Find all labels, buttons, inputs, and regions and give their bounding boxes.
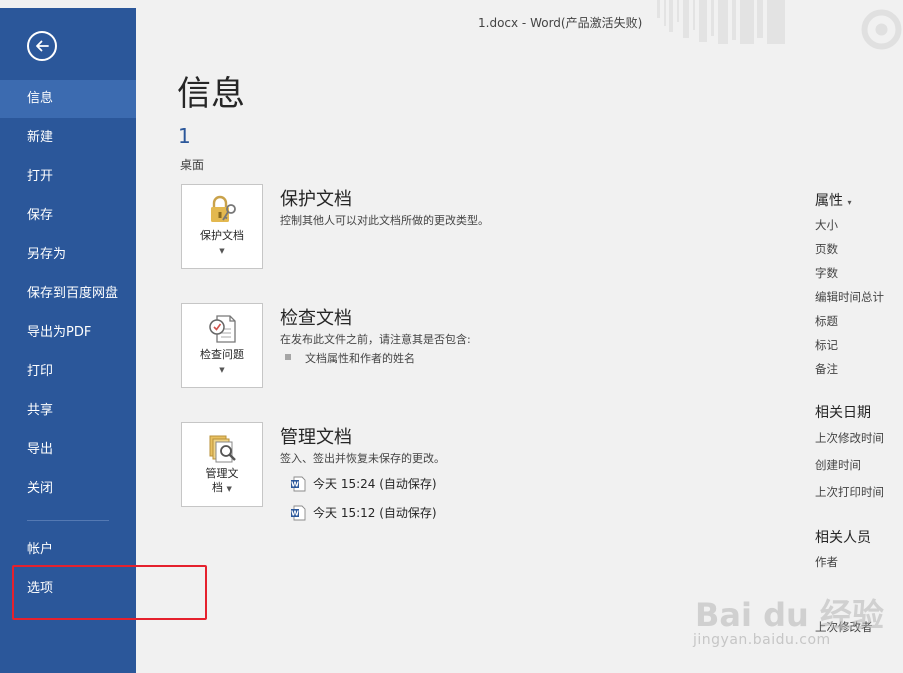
property-edit-time: 编辑时间总计: [815, 290, 884, 304]
date-created: 创建时间: [815, 458, 861, 472]
back-button[interactable]: [27, 31, 57, 61]
window-title: 1.docx - Word(产品激活失败): [478, 16, 643, 30]
page-title: 信息: [177, 74, 245, 114]
nav-item-save[interactable]: 保存: [0, 197, 136, 235]
related-people-header: 相关人员: [815, 530, 871, 546]
manage-document-button[interactable]: 管理文 档 ▼: [181, 422, 263, 507]
properties-dropdown[interactable]: 属性 ▾: [815, 190, 851, 210]
nav-item-save-as[interactable]: 另存为: [0, 236, 136, 274]
title-decoration-ring-icon: [861, 9, 902, 50]
property-comments: 备注: [815, 362, 838, 376]
nav-item-open[interactable]: 打开: [0, 158, 136, 196]
document-name: 1: [178, 124, 191, 148]
word-document-icon: W: [291, 476, 306, 492]
nav-item-print[interactable]: 打印: [0, 353, 136, 391]
nav-item-info[interactable]: 信息: [0, 80, 136, 118]
nav-item-new[interactable]: 新建: [0, 119, 136, 157]
dropdown-caret-icon: ▼: [226, 485, 232, 493]
inspect-document-title: 检查文档: [280, 308, 352, 329]
date-last-printed: 上次打印时间: [815, 485, 884, 499]
baidu-watermark-url: jingyan.baidu.com: [693, 632, 831, 648]
dropdown-caret-icon: ▼: [219, 366, 225, 374]
svg-text:W: W: [291, 481, 299, 489]
date-last-modified: 上次修改时间: [815, 431, 884, 445]
property-size: 大小: [815, 218, 838, 232]
word-document-icon: W: [291, 505, 306, 521]
property-tags: 标记: [815, 338, 838, 352]
svg-text:W: W: [291, 510, 299, 518]
nav-item-export-pdf[interactable]: 导出为PDF: [0, 314, 136, 352]
check-issues-label: 检查问题 ▼: [200, 348, 244, 374]
bullet-icon: [285, 354, 291, 360]
nav-item-share[interactable]: 共享: [0, 392, 136, 430]
property-title: 标题: [815, 314, 838, 328]
manage-document-title: 管理文档: [280, 427, 352, 448]
nav-item-account[interactable]: 帐户: [0, 531, 136, 569]
dropdown-caret-icon: ▼: [219, 247, 225, 255]
title-decoration-icon: [657, 0, 785, 44]
chevron-down-icon: ▾: [847, 198, 852, 207]
document-location[interactable]: 桌面: [180, 156, 204, 173]
sidebar-divider: [27, 520, 109, 521]
properties-header: 属性: [815, 193, 843, 209]
nav-item-export[interactable]: 导出: [0, 431, 136, 469]
inspect-document-icon: [209, 315, 236, 343]
protect-document-label: 保护文档 ▼: [200, 229, 244, 255]
protect-document-desc: 控制其他人可以对此文档所做的更改类型。: [280, 214, 489, 227]
baidu-watermark: Bai du 经验: [695, 596, 884, 634]
autosave-version-label: 今天 15:24 (自动保存): [313, 477, 437, 491]
nav-item-save-to-baidu[interactable]: 保存到百度网盘: [0, 275, 136, 313]
property-words: 字数: [815, 266, 838, 280]
protect-document-title: 保护文档: [280, 189, 352, 210]
sidebar-top-strip: [0, 0, 136, 8]
autosave-version-label: 今天 15:12 (自动保存): [313, 506, 437, 520]
options-highlight-box: [12, 565, 207, 620]
related-dates-header: 相关日期: [815, 405, 871, 421]
arrow-left-icon: [36, 40, 49, 52]
manage-document-icon: [209, 435, 236, 463]
protect-document-button[interactable]: 保护文档 ▼: [181, 184, 263, 269]
inspect-bullet-text: 文档属性和作者的姓名: [305, 352, 415, 365]
nav-item-close[interactable]: 关闭: [0, 470, 136, 508]
lock-key-icon: [211, 195, 236, 222]
check-issues-button[interactable]: 检查问题 ▼: [181, 303, 263, 388]
person-author: 作者: [815, 555, 838, 569]
inspect-document-desc: 在发布此文件之前，请注意其是否包含:: [280, 333, 471, 346]
manage-document-desc: 签入、签出并恢复未保存的更改。: [280, 452, 445, 465]
property-pages: 页数: [815, 242, 838, 256]
manage-document-label: 管理文 档 ▼: [205, 467, 239, 494]
